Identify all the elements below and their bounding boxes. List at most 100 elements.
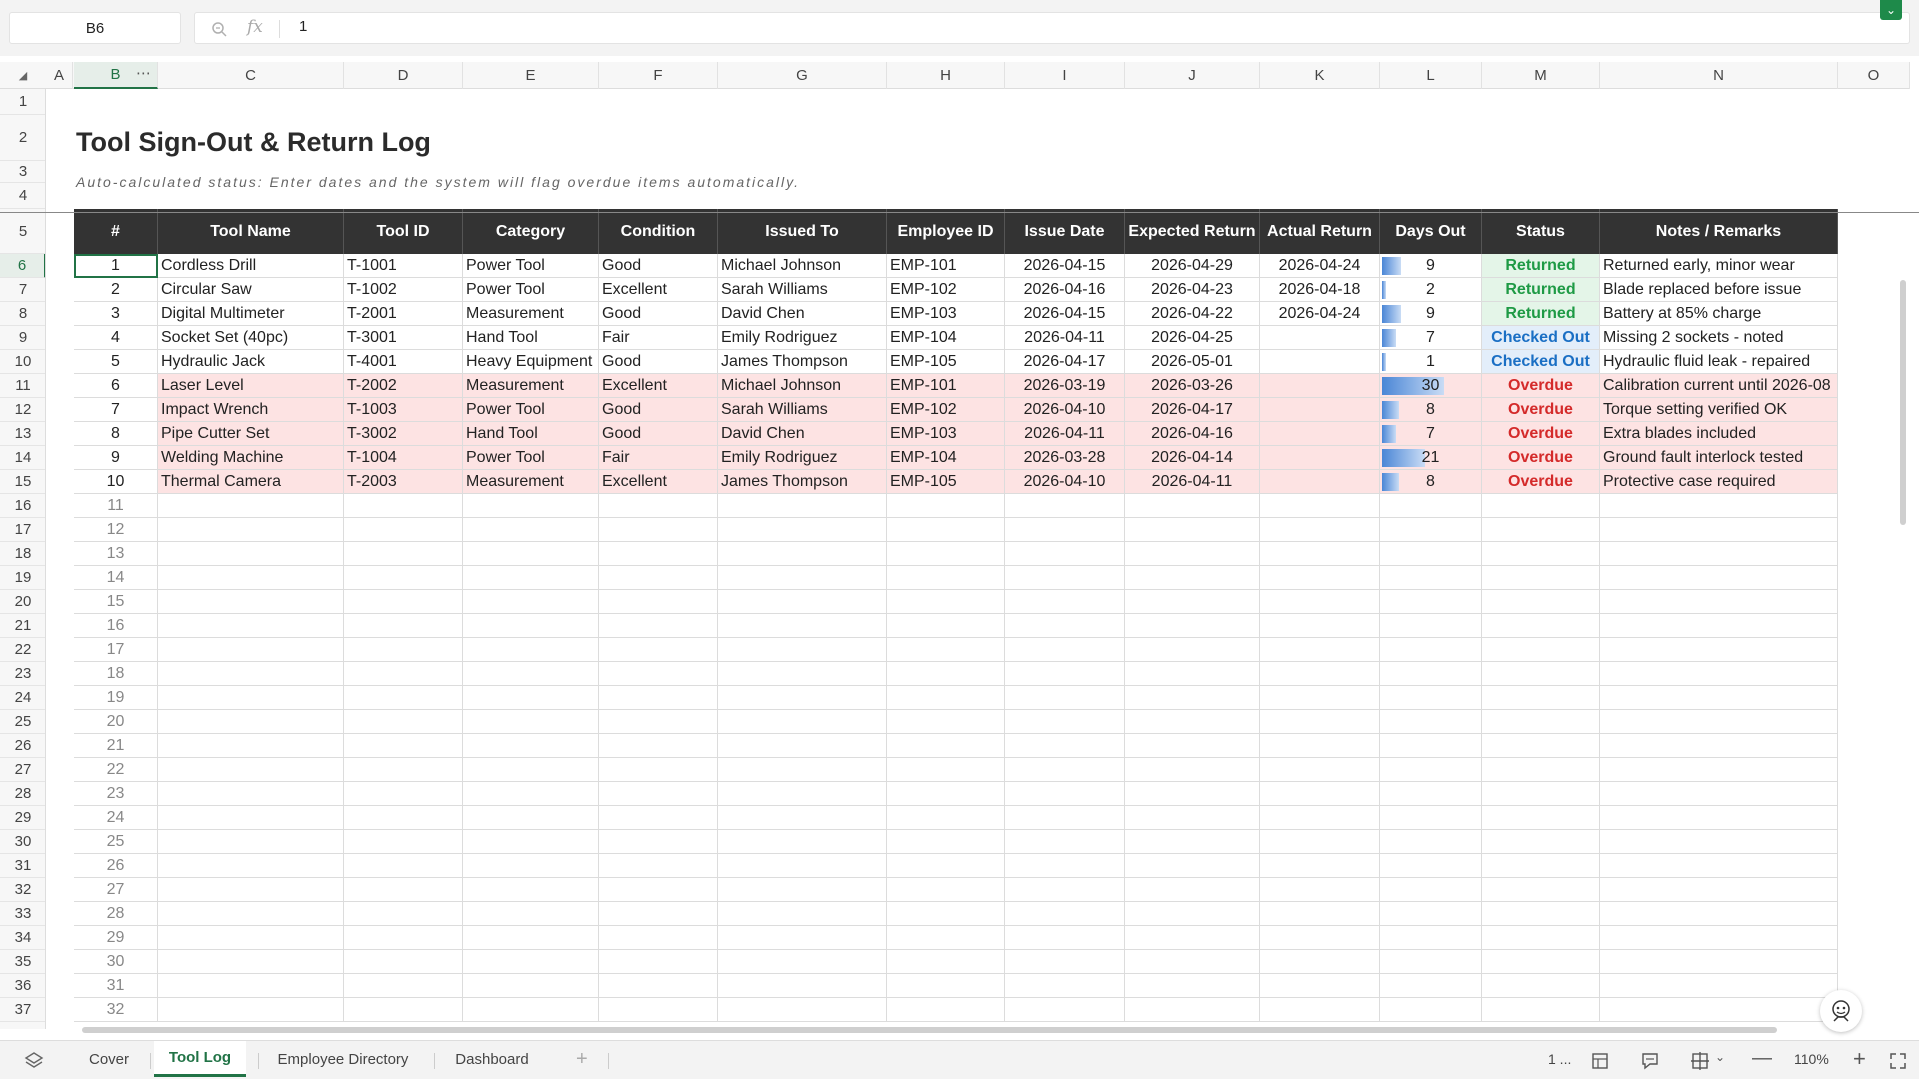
cell-days[interactable]: 8 xyxy=(1380,398,1482,422)
cell-empty[interactable] xyxy=(887,974,1005,998)
cell-empty[interactable] xyxy=(887,662,1005,686)
cell-num[interactable]: 8 xyxy=(74,422,158,446)
row-header-26[interactable]: 26 xyxy=(0,734,45,758)
cell-status[interactable]: Overdue xyxy=(1482,470,1600,494)
table-header-issue[interactable]: Issue Date xyxy=(1005,209,1125,254)
cell-empty[interactable] xyxy=(1260,494,1380,518)
cell-empty[interactable] xyxy=(1482,758,1600,782)
cell-num[interactable]: 20 xyxy=(74,710,158,734)
cell-empty[interactable] xyxy=(718,590,887,614)
cell-empty[interactable] xyxy=(1260,710,1380,734)
cell-empty[interactable] xyxy=(1380,854,1482,878)
cell-emp[interactable]: EMP-101 xyxy=(887,374,1005,398)
cell-empty[interactable] xyxy=(599,734,718,758)
cell-empty[interactable] xyxy=(887,926,1005,950)
cell-empty[interactable] xyxy=(158,518,344,542)
cell-status[interactable]: Overdue xyxy=(1482,374,1600,398)
cell-empty[interactable] xyxy=(718,782,887,806)
fullscreen-icon[interactable] xyxy=(1888,1051,1908,1071)
cell-empty[interactable] xyxy=(344,566,463,590)
cell-empty[interactable] xyxy=(1260,686,1380,710)
cell-empty[interactable] xyxy=(1005,806,1125,830)
cell-num[interactable]: 11 xyxy=(74,494,158,518)
cell-notes[interactable]: Calibration current until 2026-08 xyxy=(1600,374,1838,398)
cell-num[interactable]: 21 xyxy=(74,734,158,758)
column-header-e[interactable]: E xyxy=(463,62,599,89)
cell-empty[interactable] xyxy=(463,638,599,662)
cell-num[interactable]: 28 xyxy=(74,902,158,926)
cell-status[interactable]: Checked Out xyxy=(1482,350,1600,374)
column-header-a[interactable]: A xyxy=(46,62,73,89)
cell-condition[interactable]: Excellent xyxy=(599,470,718,494)
cell-empty[interactable] xyxy=(1380,614,1482,638)
cell-empty[interactable] xyxy=(718,974,887,998)
tab-dashboard[interactable]: Dashboard xyxy=(438,1041,546,1077)
cell-empty[interactable] xyxy=(887,614,1005,638)
column-header-l[interactable]: L xyxy=(1380,62,1482,89)
cell-empty[interactable] xyxy=(344,830,463,854)
cell-notes[interactable]: Ground fault interlock tested xyxy=(1600,446,1838,470)
table-header-issued-to[interactable]: Issued To xyxy=(718,209,887,254)
cell-empty[interactable] xyxy=(1005,974,1125,998)
cell-issued-to[interactable]: James Thompson xyxy=(718,470,887,494)
cell-empty[interactable] xyxy=(599,638,718,662)
vertical-scroll-thumb[interactable] xyxy=(1900,280,1906,525)
cell-empty[interactable] xyxy=(1380,590,1482,614)
cell-condition[interactable]: Fair xyxy=(599,446,718,470)
cell-empty[interactable] xyxy=(1260,950,1380,974)
cell-issued-to[interactable]: Michael Johnson xyxy=(718,374,887,398)
cell-empty[interactable] xyxy=(1482,854,1600,878)
cell-empty[interactable] xyxy=(1482,590,1600,614)
cell-num[interactable]: 6 xyxy=(74,374,158,398)
cell-empty[interactable] xyxy=(1482,686,1600,710)
cell-condition[interactable]: Good xyxy=(599,422,718,446)
cell-num[interactable]: 1 xyxy=(74,254,158,278)
row-header-15[interactable]: 15 xyxy=(0,470,45,494)
cell-empty[interactable] xyxy=(1260,542,1380,566)
cell-emp[interactable]: EMP-101 xyxy=(887,254,1005,278)
cell-empty[interactable] xyxy=(344,614,463,638)
cell-empty[interactable] xyxy=(718,662,887,686)
cell-empty[interactable] xyxy=(158,686,344,710)
cell-empty[interactable] xyxy=(1125,614,1260,638)
cell-empty[interactable] xyxy=(158,782,344,806)
cell-empty[interactable] xyxy=(1380,974,1482,998)
row-header-2[interactable]: 2 xyxy=(0,115,45,161)
cell-empty[interactable] xyxy=(1125,998,1260,1022)
cell-empty[interactable] xyxy=(158,854,344,878)
column-header-i[interactable]: I xyxy=(1005,62,1125,89)
cell-empty[interactable] xyxy=(158,566,344,590)
cell-category[interactable]: Hand Tool xyxy=(463,326,599,350)
cell-empty[interactable] xyxy=(463,782,599,806)
formula-input[interactable]: fx 1 xyxy=(194,12,1910,44)
cell-empty[interactable] xyxy=(1380,806,1482,830)
cell-num[interactable]: 14 xyxy=(74,566,158,590)
cell-condition[interactable]: Good xyxy=(599,350,718,374)
cell-empty[interactable] xyxy=(1005,878,1125,902)
column-header-g[interactable]: G xyxy=(718,62,887,89)
cell-num[interactable]: 3 xyxy=(74,302,158,326)
cell-empty[interactable] xyxy=(1125,878,1260,902)
cell-empty[interactable] xyxy=(887,566,1005,590)
cell-empty[interactable] xyxy=(887,734,1005,758)
cell-empty[interactable] xyxy=(463,614,599,638)
cell-num[interactable]: 10 xyxy=(74,470,158,494)
table-header-category[interactable]: Category xyxy=(463,209,599,254)
row-header-25[interactable]: 25 xyxy=(0,710,45,734)
expand-icon[interactable]: ⌄ xyxy=(1880,0,1902,20)
zoom-out-icon[interactable]: — xyxy=(1752,1047,1772,1070)
cell-empty[interactable] xyxy=(158,758,344,782)
cell-empty[interactable] xyxy=(1482,878,1600,902)
cell-empty[interactable] xyxy=(887,638,1005,662)
cell-empty[interactable] xyxy=(1380,638,1482,662)
cell-empty[interactable] xyxy=(1260,878,1380,902)
cell-empty[interactable] xyxy=(1125,518,1260,542)
cell-empty[interactable] xyxy=(344,686,463,710)
cell-empty[interactable] xyxy=(344,710,463,734)
cell-empty[interactable] xyxy=(599,878,718,902)
cell-empty[interactable] xyxy=(1482,950,1600,974)
cell-empty[interactable] xyxy=(1125,830,1260,854)
cell-num[interactable]: 22 xyxy=(74,758,158,782)
cell-expected[interactable]: 2026-05-01 xyxy=(1125,350,1260,374)
cell-tool[interactable]: Cordless Drill xyxy=(158,254,344,278)
